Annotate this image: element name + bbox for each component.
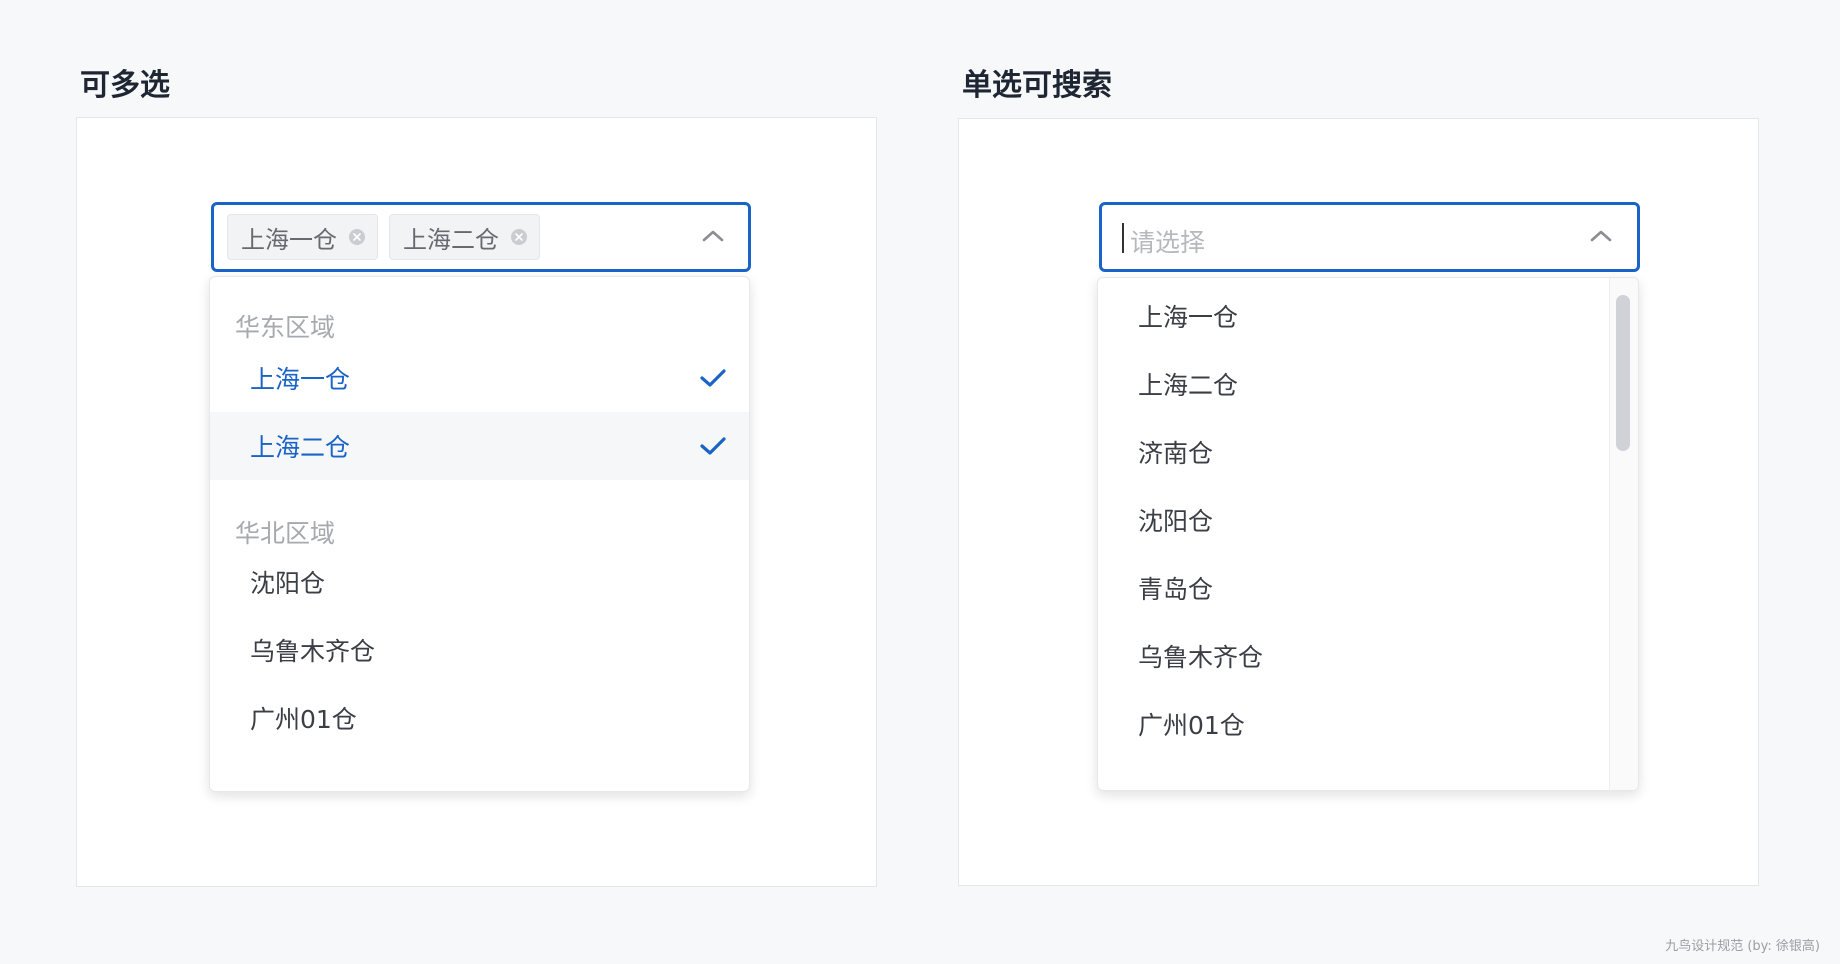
scrollbar-thumb[interactable] — [1616, 295, 1630, 451]
option-item[interactable]: 乌鲁木齐仓 — [1098, 622, 1612, 690]
search-select-input[interactable]: 请选择 — [1099, 202, 1640, 272]
placeholder-text: 请选择 — [1130, 228, 1206, 257]
multi-select-input[interactable]: 上海一仓 上海二仓 — [211, 202, 751, 272]
option-label: 广州01仓 — [1138, 711, 1245, 740]
group-label-east: 华东区域 — [235, 313, 336, 342]
selected-tag: 上海一仓 — [227, 214, 378, 260]
multi-select-section-title: 可多选 — [80, 68, 170, 103]
group-label-north: 华北区域 — [235, 519, 336, 548]
single-select-panel: 请选择 上海一仓 上海二仓 济南仓 沈阳仓 青岛仓 乌鲁木齐仓 广州01仓 — [958, 118, 1759, 886]
option-label: 乌鲁木齐仓 — [1138, 643, 1264, 672]
option-item[interactable]: 上海二仓 — [1098, 350, 1612, 418]
chevron-up-icon[interactable] — [1588, 227, 1614, 245]
tag-label: 上海二仓 — [403, 225, 499, 254]
option-label: 上海二仓 — [250, 433, 351, 462]
close-circle-icon[interactable] — [349, 229, 365, 245]
single-select-section-title: 单选可搜索 — [962, 68, 1112, 103]
option-item[interactable]: 广州01仓 — [210, 684, 749, 752]
chevron-up-icon[interactable] — [700, 227, 726, 245]
option-label: 沈阳仓 — [250, 569, 326, 598]
option-item[interactable]: 沈阳仓 — [1098, 486, 1612, 554]
check-icon — [700, 369, 726, 387]
option-label: 上海一仓 — [250, 365, 351, 394]
option-item[interactable]: 广州01仓 — [1098, 690, 1612, 758]
option-label: 上海二仓 — [1138, 371, 1239, 400]
multi-select-panel: 上海一仓 上海二仓 华东区域 上海一仓 上海二仓 华北区域 沈阳仓 乌鲁木齐仓 … — [76, 117, 877, 887]
option-label: 济南仓 — [1138, 439, 1214, 468]
option-item[interactable]: 乌鲁木齐仓 — [210, 616, 749, 684]
option-item[interactable]: 上海一仓 — [210, 344, 749, 412]
check-icon — [700, 437, 726, 455]
scrollbar-track[interactable] — [1609, 278, 1638, 790]
option-label: 上海一仓 — [1138, 303, 1239, 332]
option-item[interactable]: 济南仓 — [1098, 418, 1612, 486]
option-label: 广州01仓 — [250, 705, 357, 734]
selected-tag: 上海二仓 — [389, 214, 540, 260]
multi-select-dropdown: 华东区域 上海一仓 上海二仓 华北区域 沈阳仓 乌鲁木齐仓 广州01仓 — [209, 276, 750, 792]
option-item[interactable]: 青岛仓 — [1098, 554, 1612, 622]
tag-label: 上海一仓 — [241, 225, 337, 254]
single-select-dropdown: 上海一仓 上海二仓 济南仓 沈阳仓 青岛仓 乌鲁木齐仓 广州01仓 — [1097, 277, 1639, 791]
option-label: 沈阳仓 — [1138, 507, 1214, 536]
option-label: 乌鲁木齐仓 — [250, 637, 376, 666]
close-circle-icon[interactable] — [511, 229, 527, 245]
watermark-text: 九鸟设计规范 (by: 徐银高) — [1665, 939, 1820, 954]
option-label: 青岛仓 — [1138, 575, 1214, 604]
text-caret — [1122, 223, 1124, 253]
option-item[interactable]: 上海二仓 — [210, 412, 749, 480]
option-item[interactable]: 沈阳仓 — [210, 548, 749, 616]
option-item[interactable]: 上海一仓 — [1098, 282, 1612, 350]
